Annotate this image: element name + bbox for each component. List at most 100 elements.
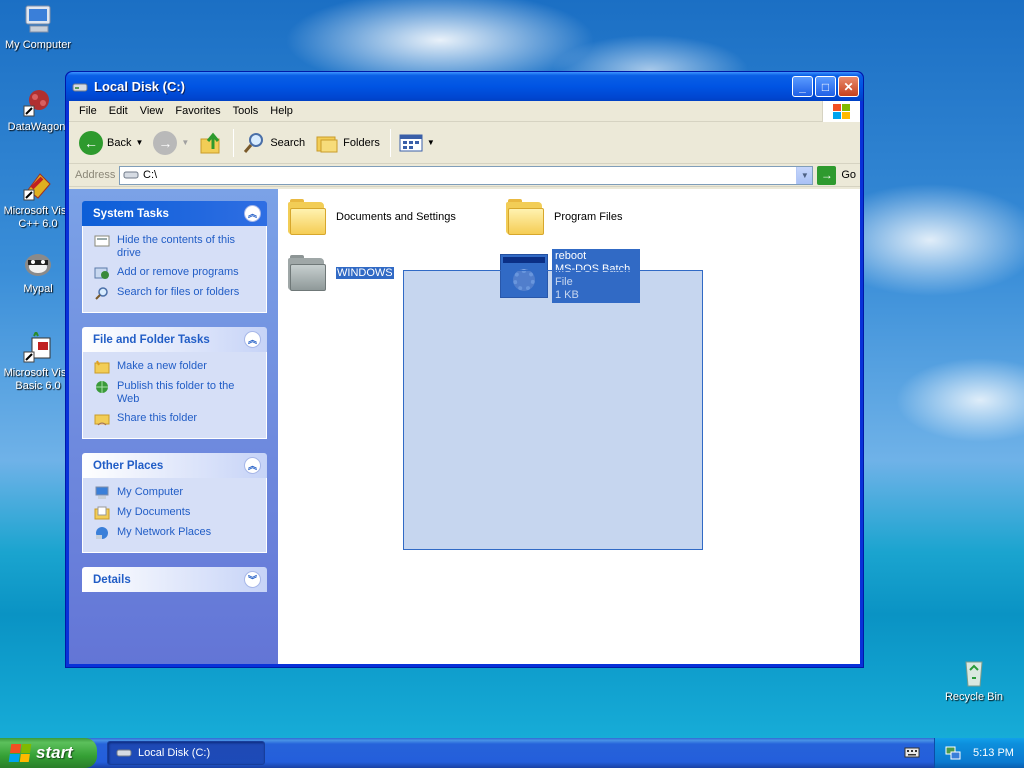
- menu-bar: File Edit View Favorites Tools Help: [69, 101, 860, 122]
- chevron-down-icon[interactable]: ▼: [135, 138, 143, 147]
- address-dropdown-button[interactable]: ▼: [796, 166, 813, 184]
- search-icon: [95, 287, 108, 300]
- window-titlebar[interactable]: Local Disk (C:) _ □ ✕: [66, 72, 863, 101]
- desktop-icon-recycle-bin[interactable]: Recycle Bin: [932, 656, 1016, 704]
- expand-chevron-icon[interactable]: ︾: [244, 571, 261, 588]
- folder-documents-and-settings[interactable]: Documents and Settings: [288, 199, 456, 235]
- address-value: C:\: [143, 169, 158, 181]
- menu-edit[interactable]: Edit: [103, 105, 134, 117]
- share-folder-icon: [94, 414, 110, 426]
- content-area: System Tasks ︽ Hide the contents of this…: [69, 189, 860, 664]
- place-my-computer[interactable]: My Computer: [94, 486, 258, 500]
- address-bar: Address C:\ ▼ → Go: [69, 164, 860, 187]
- my-computer-icon: [95, 486, 109, 499]
- collapse-chevron-icon[interactable]: ︽: [244, 457, 261, 474]
- other-places-body: My Computer My Documents My Network Plac…: [82, 478, 267, 553]
- chevron-down-icon[interactable]: ▼: [181, 138, 189, 147]
- my-computer-icon: [22, 4, 54, 36]
- keyboard-icon[interactable]: [904, 746, 920, 758]
- recycle-bin-icon: [958, 656, 990, 688]
- other-places-panel: Other Places ︽ My Computer My Documents: [82, 453, 267, 553]
- folder-icon: [288, 199, 326, 235]
- my-documents-icon: [94, 506, 110, 520]
- menu-file[interactable]: File: [73, 105, 103, 117]
- task-search-files[interactable]: Search for files or folders: [94, 286, 258, 300]
- details-header[interactable]: Details ︾: [82, 567, 267, 592]
- up-folder-button[interactable]: [195, 128, 227, 158]
- explorer-window: Local Disk (C:) _ □ ✕ File Edit View Fav…: [65, 71, 864, 668]
- file-folder-tasks-body: Make a new folder Publish this folder to…: [82, 352, 267, 439]
- task-share-folder[interactable]: Share this folder: [94, 412, 258, 426]
- file-list[interactable]: Documents and Settings Program Files WIN…: [278, 189, 860, 664]
- menu-favorites[interactable]: Favorites: [169, 105, 226, 117]
- network-places-icon: [96, 527, 108, 539]
- taskbar-item-local-disk[interactable]: Local Disk (C:): [107, 741, 265, 765]
- clock[interactable]: 5:13 PM: [973, 747, 1014, 759]
- toolbar-separator: [389, 128, 391, 157]
- close-button[interactable]: ✕: [838, 76, 859, 97]
- address-label: Address: [75, 169, 116, 181]
- datawagon-icon: [22, 86, 54, 118]
- local-disk-icon: [72, 83, 88, 91]
- windows-flag-icon: [832, 103, 850, 119]
- system-tasks-panel: System Tasks ︽ Hide the contents of this…: [82, 201, 267, 313]
- file-folder-tasks-header[interactable]: File and Folder Tasks ︽: [82, 327, 267, 352]
- taskbar: start Local Disk (C:) 5:13 PM: [0, 738, 1024, 768]
- windows-flag-icon: [8, 744, 32, 762]
- menu-tools[interactable]: Tools: [227, 105, 265, 117]
- other-places-header[interactable]: Other Places ︽: [82, 453, 267, 478]
- new-folder-icon: [94, 360, 110, 374]
- folders-icon: [316, 136, 338, 152]
- task-hide-drive-contents[interactable]: Hide the contents of this drive: [94, 234, 258, 260]
- system-tasks-body: Hide the contents of this drive Add or r…: [82, 226, 267, 313]
- chevron-down-icon[interactable]: ▼: [427, 138, 435, 147]
- back-arrow-icon: ←: [79, 130, 103, 155]
- network-tray-icon[interactable]: [945, 746, 961, 760]
- views-button[interactable]: ▼: [395, 128, 439, 158]
- folder-windows[interactable]: WINDOWS: [288, 255, 394, 291]
- place-my-documents[interactable]: My Documents: [94, 506, 258, 520]
- minimize-icon: _: [799, 79, 806, 94]
- local-disk-icon: [116, 749, 132, 757]
- window-body: File Edit View Favorites Tools Help ← Ba…: [69, 101, 860, 664]
- visual-cpp-icon: [22, 170, 54, 202]
- folder-icon: [506, 199, 544, 235]
- maximize-icon: □: [821, 79, 830, 94]
- task-make-new-folder[interactable]: Make a new folder: [94, 360, 258, 374]
- details-panel: Details ︾: [82, 567, 267, 592]
- mypal-browser-icon: [22, 248, 54, 280]
- windows-logo: [822, 101, 860, 122]
- search-button[interactable]: Search: [238, 128, 309, 158]
- menu-view[interactable]: View: [134, 105, 170, 117]
- folder-up-icon: [200, 132, 220, 153]
- system-tasks-header[interactable]: System Tasks ︽: [82, 201, 267, 226]
- task-publish-folder[interactable]: Publish this folder to the Web: [94, 380, 258, 406]
- window-title: Local Disk (C:): [94, 79, 186, 94]
- close-icon: ✕: [843, 79, 854, 94]
- system-tray: 5:13 PM: [934, 738, 1024, 768]
- standard-toolbar: ← Back ▼ → ▼ Search Folders ▼: [69, 122, 860, 164]
- add-remove-programs-icon: [94, 267, 109, 279]
- minimize-button[interactable]: _: [792, 76, 813, 97]
- desktop-icon-my-computer[interactable]: My Computer: [0, 4, 80, 52]
- start-button[interactable]: start: [0, 738, 97, 768]
- task-pane: System Tasks ︽ Hide the contents of this…: [69, 189, 278, 664]
- folder-program-files[interactable]: Program Files: [506, 199, 622, 235]
- collapse-chevron-icon[interactable]: ︽: [244, 205, 261, 222]
- address-input[interactable]: C:\ ▼: [119, 165, 814, 185]
- folders-button[interactable]: Folders: [311, 128, 384, 158]
- collapse-chevron-icon[interactable]: ︽: [244, 331, 261, 348]
- toolbar-separator: [233, 128, 235, 157]
- place-my-network-places[interactable]: My Network Places: [94, 526, 258, 540]
- hide-contents-icon: [94, 235, 110, 247]
- folder-icon: [288, 255, 326, 291]
- maximize-button[interactable]: □: [815, 76, 836, 97]
- forward-button[interactable]: → ▼: [149, 128, 193, 158]
- back-button[interactable]: ← Back ▼: [75, 128, 147, 158]
- views-icon: [399, 134, 423, 151]
- menu-help[interactable]: Help: [264, 105, 299, 117]
- go-button[interactable]: → Go: [817, 165, 856, 185]
- publish-web-icon: [96, 381, 108, 393]
- task-add-remove-programs[interactable]: Add or remove programs: [94, 266, 258, 280]
- search-icon: [244, 132, 264, 153]
